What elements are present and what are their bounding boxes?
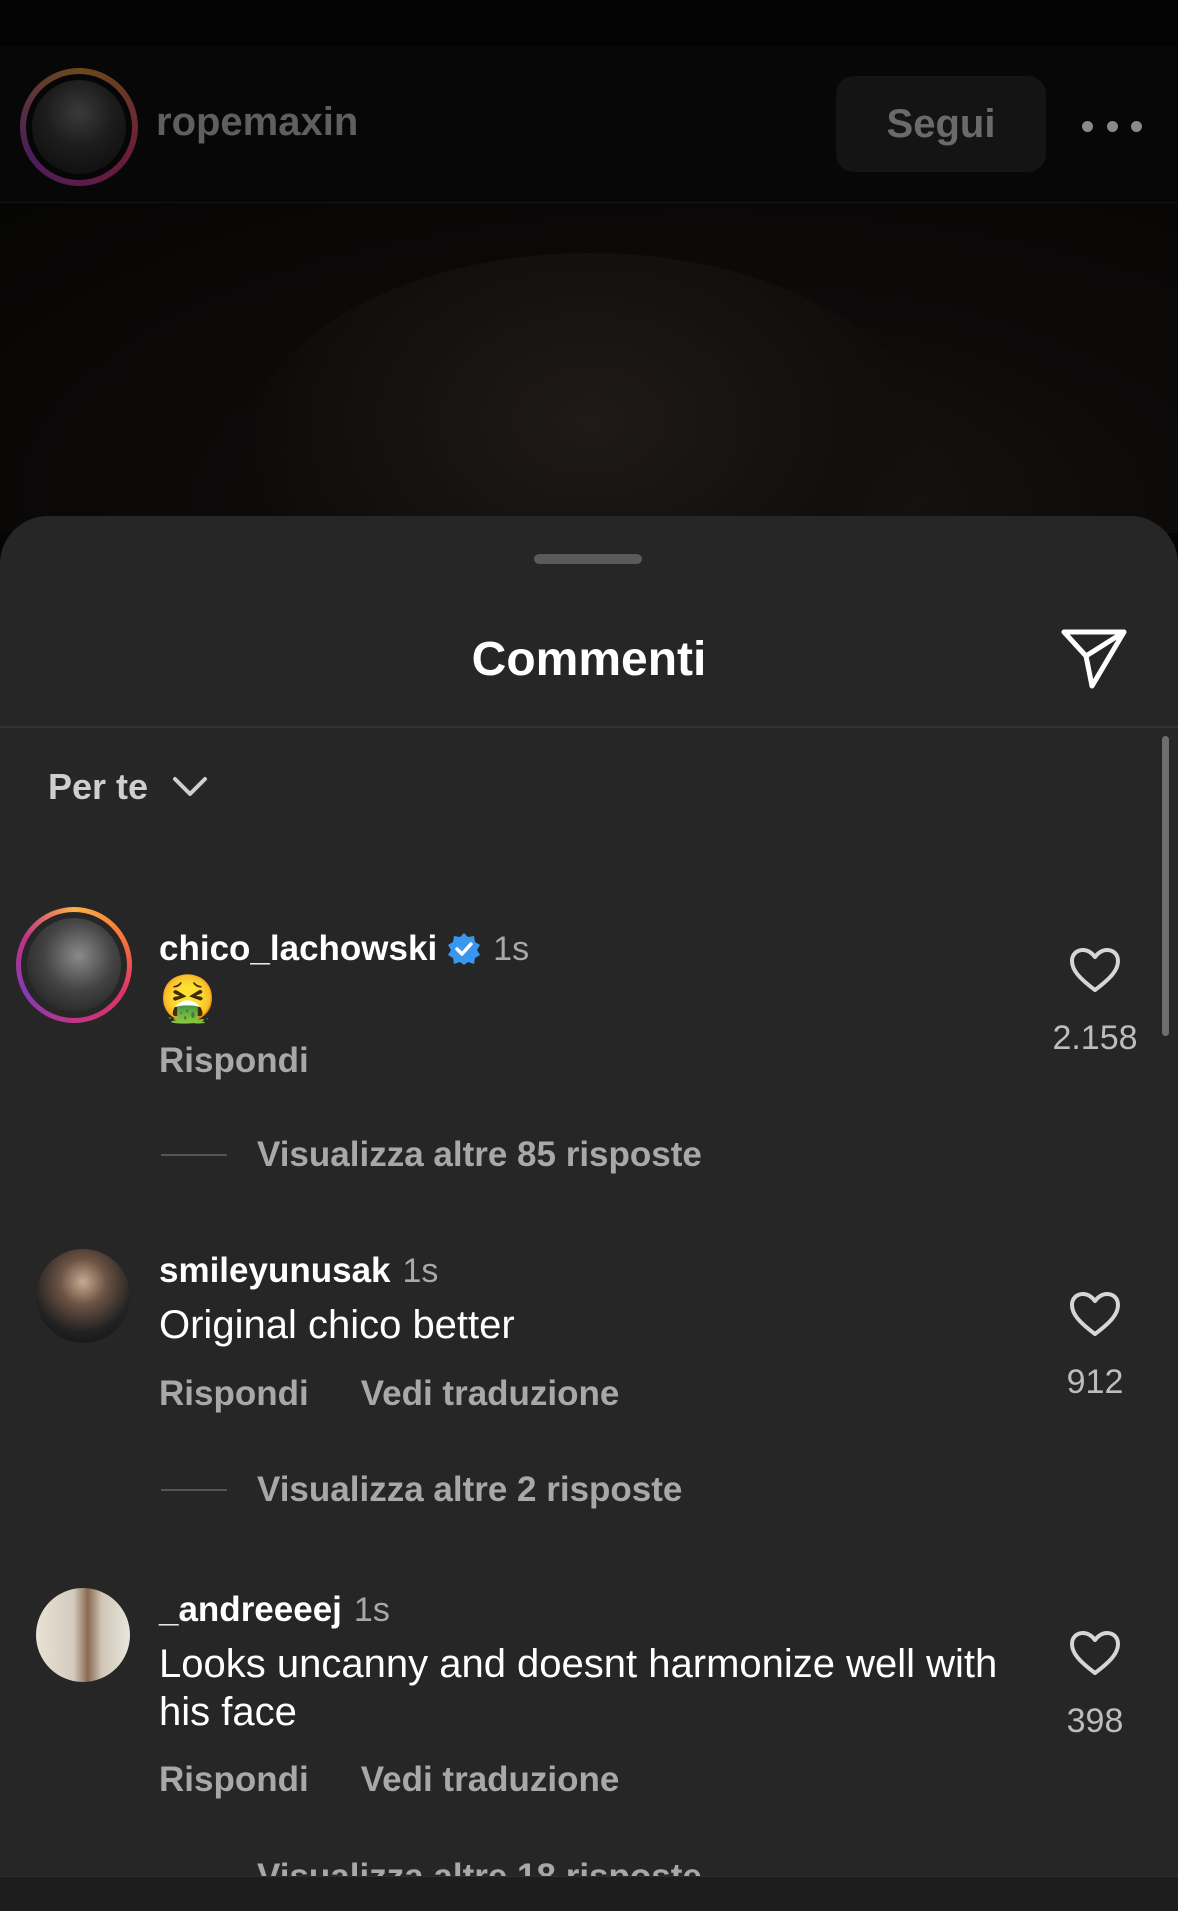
post-author-username[interactable]: ropemaxin (156, 100, 358, 145)
bottom-bar (0, 1876, 1178, 1911)
reply-button[interactable]: Rispondi (159, 1374, 309, 1414)
comment-username[interactable]: _andreeeej (159, 1590, 342, 1630)
avatar[interactable] (36, 1588, 130, 1682)
like-control: 2.158 (1040, 947, 1150, 1058)
reply-button[interactable]: Rispondi (159, 1041, 309, 1081)
avatar[interactable] (16, 907, 132, 1023)
heart-icon[interactable] (1069, 1291, 1121, 1337)
translate-button[interactable]: Vedi traduzione (361, 1760, 620, 1800)
post-media (0, 203, 1178, 533)
comment-text: Looks uncanny and doesnt harmonize well … (159, 1642, 998, 1734)
replies-line (161, 1154, 227, 1156)
comment-time: 1s (353, 1590, 390, 1629)
comments-sheet: Commenti Per te chico_lachowski 1s 🤮 Ris… (0, 516, 1178, 1910)
post-author-avatar[interactable] (20, 68, 138, 186)
divider (0, 726, 1178, 728)
heart-icon[interactable] (1069, 947, 1121, 993)
chevron-down-icon (173, 777, 208, 796)
status-bar (0, 0, 1178, 47)
sort-dropdown[interactable]: Per te (48, 762, 208, 812)
paper-plane-icon[interactable] (1058, 626, 1130, 692)
verified-badge-icon (448, 933, 481, 965)
comment-username[interactable]: smileyunusak (159, 1251, 391, 1291)
like-count: 912 (1066, 1363, 1124, 1401)
like-control: 912 (1040, 1291, 1150, 1402)
reply-button[interactable]: Rispondi (159, 1760, 309, 1800)
view-replies-label: Visualizza altre 85 risposte (257, 1135, 702, 1174)
more-options-icon[interactable] (1082, 106, 1142, 146)
like-count: 398 (1066, 1702, 1124, 1740)
sort-label: Per te (48, 766, 149, 807)
post-header: ropemaxin Segui (0, 46, 1178, 203)
translate-button[interactable]: Vedi traduzione (361, 1374, 620, 1414)
like-control: 398 (1040, 1630, 1150, 1741)
comment-text: Original chico better (159, 1303, 515, 1347)
scrollbar[interactable] (1162, 736, 1169, 1036)
view-replies-button[interactable]: Visualizza altre 85 risposte (161, 1135, 702, 1175)
replies-line (161, 1489, 227, 1491)
follow-button[interactable]: Segui (836, 76, 1046, 172)
view-replies-label: Visualizza altre 2 risposte (257, 1470, 683, 1509)
avatar[interactable] (36, 1249, 130, 1343)
comment-username[interactable]: chico_lachowski (159, 929, 437, 969)
comment-time: 1s (402, 1251, 439, 1290)
heart-icon[interactable] (1069, 1630, 1121, 1676)
comment-text: 🤮 (159, 971, 217, 1025)
view-replies-button[interactable]: Visualizza altre 2 risposte (161, 1470, 682, 1510)
like-count: 2.158 (1052, 1019, 1138, 1057)
comment-time: 1s (493, 929, 530, 968)
sheet-drag-handle[interactable] (534, 554, 642, 564)
sheet-title: Commenti (471, 633, 707, 686)
